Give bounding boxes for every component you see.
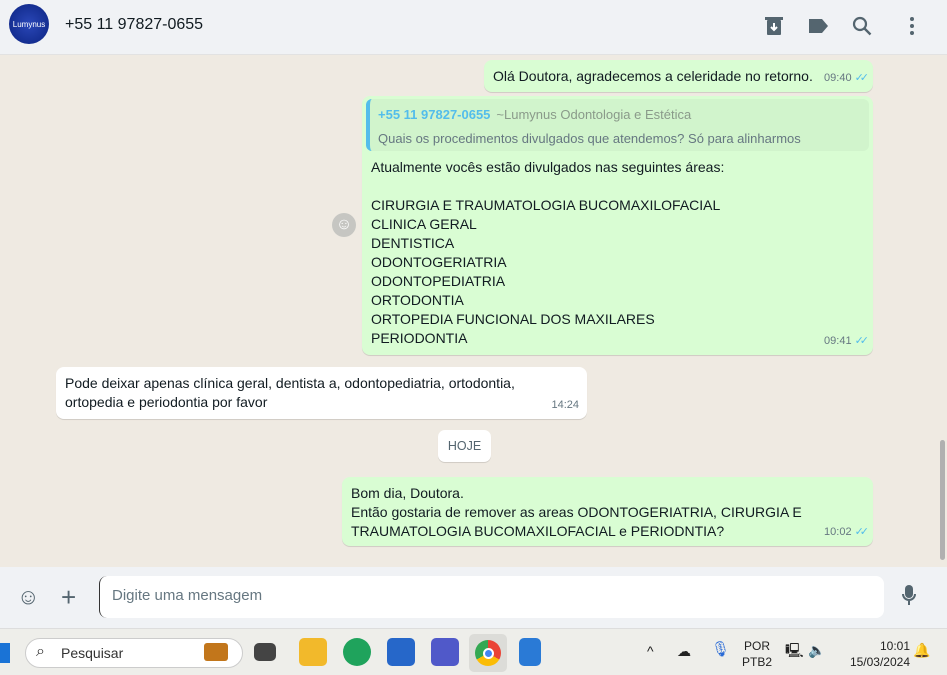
menu-icon[interactable]: [900, 14, 924, 38]
area-item: CLINICA GERAL: [371, 216, 477, 232]
edge-icon[interactable]: [343, 638, 371, 666]
windows-start-icon[interactable]: [0, 643, 10, 663]
area-item: ODONTOGERIATRIA: [371, 254, 507, 270]
notepad-icon[interactable]: [519, 638, 541, 666]
taskbar: ⌕ Pesquisar ^ ☁ 🎙 POR PTB2 🖳 🔈 10:01 15/03…: [0, 628, 947, 675]
area-item: ORTODONTIA: [371, 292, 464, 308]
language-indicator[interactable]: POR PTB2: [738, 638, 776, 670]
task-view-icon[interactable]: [254, 643, 276, 661]
file-explorer-icon[interactable]: [299, 638, 327, 666]
message-body: Atualmente vocês estão divulgados nas se…: [371, 158, 724, 348]
chat-header: Lumynus +55 11 97827-0655: [0, 0, 947, 55]
contact-name[interactable]: +55 11 97827-0655: [65, 16, 203, 34]
clock[interactable]: 10:01 15/03/2024: [838, 638, 910, 670]
clock-time: 10:01: [879, 639, 910, 653]
message-time: 09:41: [824, 335, 852, 347]
archive-icon[interactable]: [762, 14, 786, 38]
message-list[interactable]: Olá Doutora, agradecemos a celeridade no…: [0, 55, 947, 567]
read-ticks-icon: ✓✓: [854, 72, 870, 84]
area-item: CIRURGIA E TRAUMATOLOGIA BUCOMAXILOFACIA…: [371, 197, 721, 213]
date-separator: HOJE: [438, 430, 491, 462]
store-icon[interactable]: [387, 638, 415, 666]
compose-bar: ☺ + Digite uma mensagem: [0, 567, 947, 628]
chrome-icon[interactable]: [469, 634, 507, 672]
area-item: ODONTOPEDIATRIA: [371, 273, 506, 289]
volume-icon[interactable]: 🔈: [808, 642, 825, 658]
widget-briefcase-icon: [204, 643, 228, 661]
message-time: 14:24: [551, 399, 579, 411]
message-outgoing[interactable]: Bom dia, Doutora. Então gostaria de remo…: [342, 477, 873, 546]
clock-date: 15/03/2024: [849, 655, 910, 669]
message-text: TRAUMATOLOGIA BUCOMAXILOFACIAL e PERIODN…: [351, 523, 725, 539]
quoted-message[interactable]: +55 11 97827-0655 ~Lumynus Odontologia e …: [366, 99, 869, 151]
area-item: PERIODONTIA: [371, 330, 468, 346]
notification-bell-icon[interactable]: 🔔: [913, 642, 930, 658]
avatar[interactable]: Lumynus: [9, 4, 49, 44]
emoji-icon[interactable]: ☺: [17, 585, 39, 609]
message-input[interactable]: Digite uma mensagem: [99, 576, 884, 618]
message-text: Pode deixar apenas clínica geral, dentis…: [65, 375, 515, 391]
search-icon: ⌕: [36, 643, 45, 660]
area-item: DENTISTICA: [371, 235, 455, 251]
network-icon[interactable]: 🖳: [785, 642, 804, 658]
message-time: 10:02: [824, 526, 852, 538]
onedrive-offline-icon[interactable]: ☁: [677, 643, 691, 659]
chevron-up-icon[interactable]: ^: [647, 643, 654, 659]
search-icon[interactable]: [850, 14, 874, 38]
teams-icon[interactable]: [431, 638, 459, 666]
message-text: ortopedia e periodontia por favor: [65, 394, 268, 410]
message-outgoing[interactable]: Olá Doutora, agradecemos a celeridade no…: [484, 60, 873, 92]
message-text: Atualmente vocês estão divulgados nas se…: [371, 159, 725, 175]
react-emoji-icon[interactable]: ☺: [332, 213, 356, 237]
message-text: Então gostaria de remover as areas ODONT…: [351, 504, 802, 520]
keyboard-layout: PTB2: [741, 655, 772, 669]
quote-author: +55 11 97827-0655: [378, 107, 491, 122]
message-text: Olá Doutora, agradecemos a celeridade no…: [493, 68, 813, 84]
microphone-icon[interactable]: [902, 585, 916, 612]
attach-plus-icon[interactable]: +: [61, 584, 76, 610]
area-item: ORTOPEDIA FUNCIONAL DOS MAXILARES: [371, 311, 655, 327]
microphone-tray-icon[interactable]: 🎙: [711, 642, 730, 658]
read-ticks-icon: ✓✓: [854, 335, 870, 347]
read-ticks-icon: ✓✓: [854, 526, 870, 538]
taskbar-search[interactable]: ⌕ Pesquisar: [25, 638, 243, 668]
message-outgoing[interactable]: +55 11 97827-0655 ~Lumynus Odontologia e …: [362, 96, 873, 355]
message-time: 09:40: [824, 72, 852, 84]
scrollbar[interactable]: [940, 440, 945, 560]
message-incoming[interactable]: Pode deixar apenas clínica geral, dentis…: [56, 367, 587, 419]
quote-author-name: ~Lumynus Odontologia e Estética: [496, 107, 692, 122]
search-label: Pesquisar: [61, 645, 124, 661]
label-icon[interactable]: [806, 14, 830, 38]
message-text: Bom dia, Doutora.: [351, 485, 464, 501]
quote-text: Quais os procedimentos divulgados que at…: [378, 131, 801, 146]
lang-code: POR: [743, 639, 770, 653]
